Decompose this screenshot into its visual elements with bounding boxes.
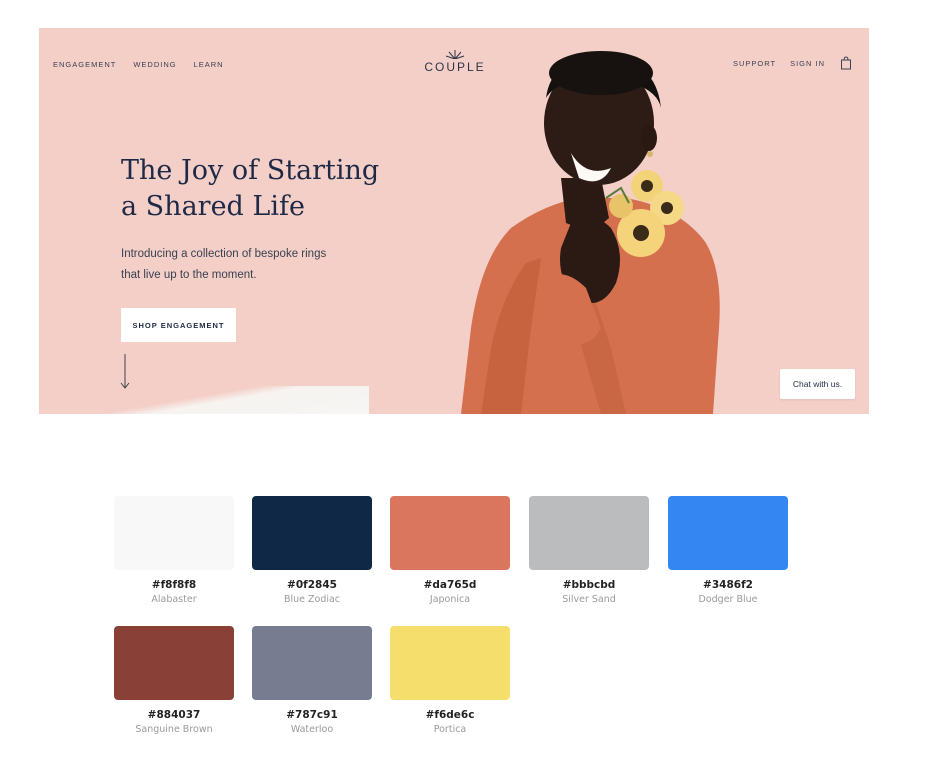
- hero-title: The Joy of Starting a Shared Life: [121, 153, 421, 225]
- hero-bottom-fade: [39, 386, 369, 414]
- hero-subtitle-line-2: that live up to the moment.: [121, 269, 257, 281]
- swatch-name: Waterloo: [290, 724, 334, 735]
- logo-text: COUPLE: [424, 60, 486, 74]
- swatch-name: Blue Zodiac: [283, 594, 341, 605]
- site-logo[interactable]: COUPLE: [420, 49, 490, 74]
- swatch-color-box: [390, 496, 510, 570]
- shopping-bag-icon[interactable]: [839, 56, 853, 70]
- swatch-alabaster: #f8f8f8 Alabaster: [114, 496, 234, 605]
- swatch-hex: #bbbcbd: [562, 579, 616, 591]
- swatch-blue-zodiac: #0f2845 Blue Zodiac: [252, 496, 372, 605]
- hero-title-line-1: The Joy of Starting: [121, 155, 380, 186]
- swatch-hex: #3486f2: [703, 579, 753, 591]
- hero-title-line-2: a Shared Life: [121, 191, 305, 222]
- shop-engagement-button[interactable]: SHOP ENGAGEMENT: [121, 308, 236, 342]
- down-arrow-icon[interactable]: [120, 354, 130, 390]
- swatch-name: Alabaster: [151, 594, 197, 605]
- swatch-hex: #884037: [147, 709, 201, 721]
- nav-link-sign-in[interactable]: SIGN IN: [790, 59, 825, 68]
- swatch-color-box: [529, 496, 649, 570]
- swatch-dodger-blue: #3486f2 Dodger Blue: [668, 496, 788, 605]
- primary-nav: ENGAGEMENT WEDDING LEARN: [53, 60, 224, 69]
- swatch-japonica: #da765d Japonica: [390, 496, 510, 605]
- nav-link-engagement[interactable]: ENGAGEMENT: [53, 60, 116, 69]
- swatch-color-box: [114, 626, 234, 700]
- nav-link-support[interactable]: SUPPORT: [733, 59, 776, 68]
- swatch-hex: #f6de6c: [425, 709, 475, 721]
- swatch-waterloo: #787c91 Waterloo: [252, 626, 372, 735]
- hero-subtitle-line-1: Introducing a collection of bespoke ring…: [121, 248, 327, 260]
- swatch-hex: #787c91: [286, 709, 338, 721]
- swatch-hex: #0f2845: [287, 579, 337, 591]
- swatch-name: Japonica: [429, 594, 471, 605]
- swatch-name: Sanguine Brown: [135, 724, 213, 735]
- swatch-hex: #f8f8f8: [151, 579, 197, 591]
- nav-link-wedding[interactable]: WEDDING: [133, 60, 176, 69]
- logo-mark-icon: [445, 50, 465, 59]
- hero-banner: ENGAGEMENT WEDDING LEARN COUPLE SUPPORT …: [39, 28, 869, 414]
- swatch-color-box: [390, 626, 510, 700]
- swatch-sanguine-brown: #884037 Sanguine Brown: [114, 626, 234, 735]
- swatch-color-box: [252, 496, 372, 570]
- swatch-color-box: [252, 626, 372, 700]
- swatch-name: Dodger Blue: [698, 594, 758, 605]
- utility-nav: SUPPORT SIGN IN: [733, 56, 853, 70]
- swatch-portica: #f6de6c Portica: [390, 626, 510, 735]
- swatch-color-box: [114, 496, 234, 570]
- swatch-hex: #da765d: [423, 579, 477, 591]
- swatch-name: Silver Sand: [562, 594, 616, 605]
- swatch-name: Portica: [433, 724, 467, 735]
- hero-photo: [461, 51, 720, 414]
- swatch-silver-sand: #bbbcbd Silver Sand: [529, 496, 649, 605]
- hero-subtitle: Introducing a collection of bespoke ring…: [121, 244, 381, 286]
- swatch-color-box: [668, 496, 788, 570]
- chat-with-us-button[interactable]: Chat with us.: [780, 369, 855, 399]
- nav-link-learn[interactable]: LEARN: [194, 60, 224, 69]
